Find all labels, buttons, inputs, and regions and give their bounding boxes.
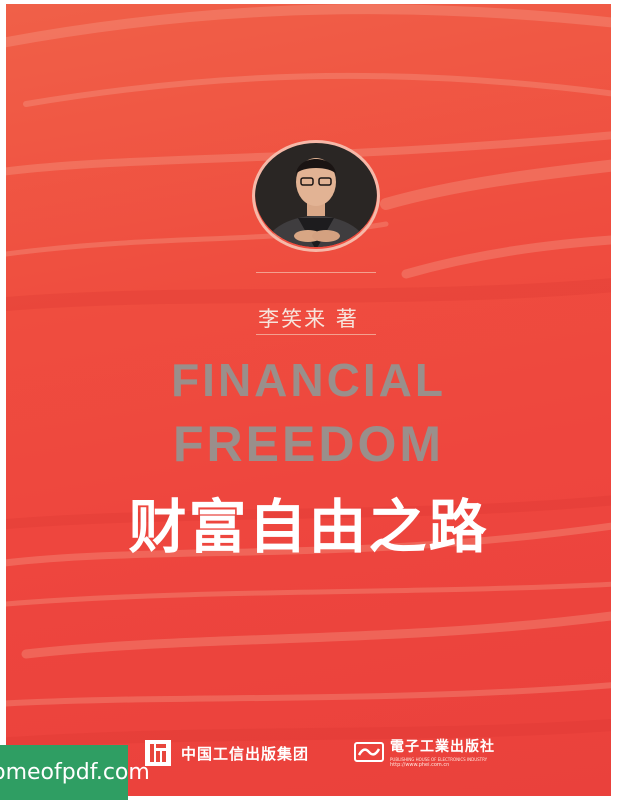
title-english-line1: FINANCIAL: [171, 354, 446, 406]
book-cover: 李笑来 著 FINANCIAL FREEDOM 财富自由之路 中国工信出版集团 …: [6, 4, 611, 796]
divider-top: [256, 272, 376, 273]
title-chinese: 财富自由之路: [128, 493, 489, 561]
house-url: http://www.phei.com.cn: [390, 762, 450, 768]
house-logo-icon: [354, 742, 384, 762]
house-name-cn: 電子工業出版社: [390, 739, 495, 755]
divider-bottom: [256, 334, 376, 335]
author-name: 李笑来 著: [258, 307, 359, 331]
publisher-group: 中国工信出版集团: [145, 739, 309, 767]
publisher-group-name: 中国工信出版集团: [181, 744, 310, 763]
publisher-house: 電子工業出版社 PUBLISHING HOUSE OF ELECTRONICS …: [354, 735, 495, 769]
title-english-line2: FREEDOM: [173, 416, 444, 472]
watermark-badge[interactable]: homeofpdf.com: [0, 745, 150, 800]
watermark-text: homeofpdf.com: [0, 760, 150, 785]
author-photo: [255, 141, 377, 247]
